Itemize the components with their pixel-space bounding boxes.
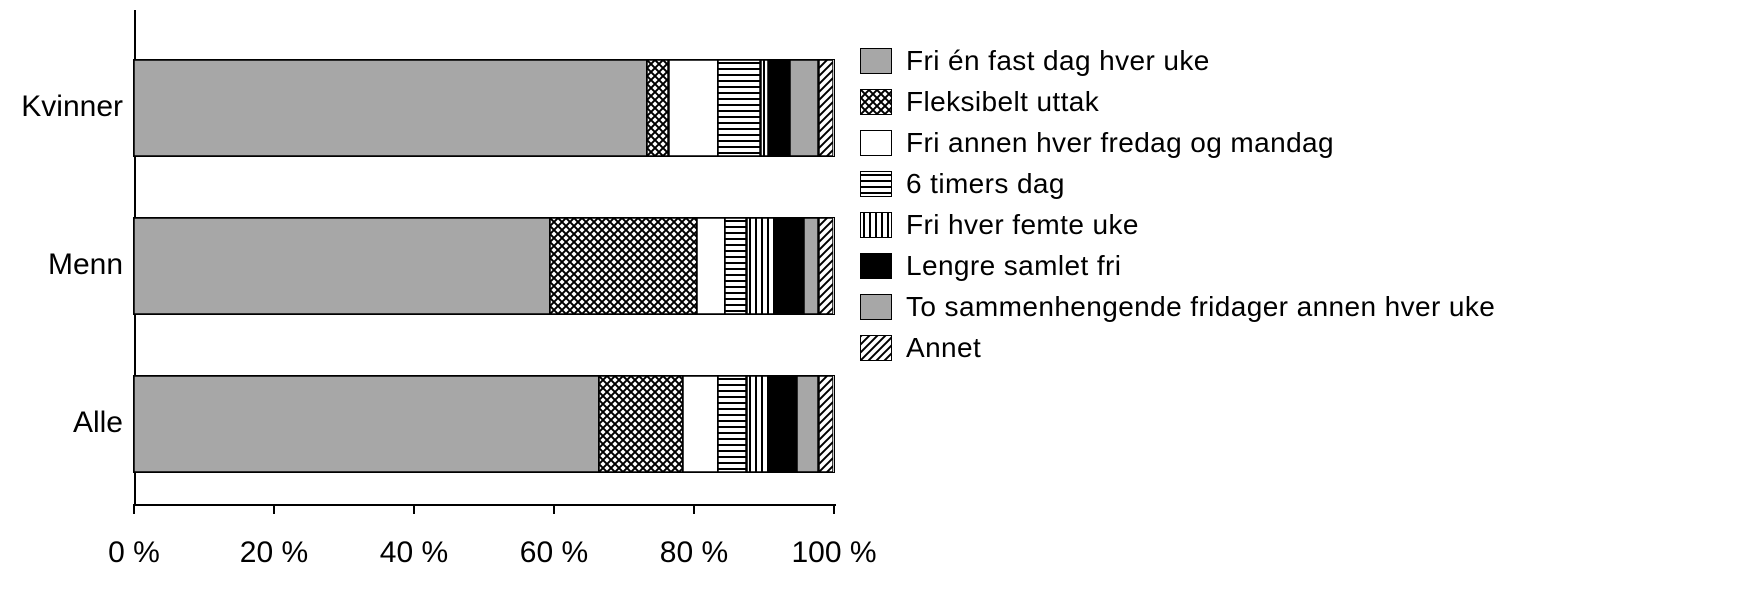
- bar-segment: [761, 60, 769, 156]
- bar-segment: [747, 376, 769, 472]
- x-tick: [413, 504, 415, 514]
- x-tick-label: 100 %: [791, 536, 876, 570]
- bar-row-menn: [134, 218, 834, 314]
- x-tick-label: 40 %: [380, 536, 448, 570]
- bar-segment: [725, 218, 747, 314]
- legend: Fri én fast dag hver uke Fleksibelt uttak…: [860, 36, 1740, 373]
- legend-label: Fri én fast dag hver uke: [906, 45, 1210, 77]
- x-tick: [133, 504, 135, 514]
- legend-label: Annet: [906, 332, 981, 364]
- legend-swatch: [860, 171, 892, 197]
- x-tick: [693, 504, 695, 514]
- legend-item: Lengre samlet fri: [860, 250, 1740, 282]
- legend-label: Fleksibelt uttak: [906, 86, 1099, 118]
- legend-item: Fleksibelt uttak: [860, 86, 1740, 118]
- chart-container: Kvinner Menn Alle 0 % 20 % 40 % 60 % 80 % 100…: [0, 0, 1763, 597]
- bar-segment: [134, 376, 599, 472]
- bar-segment: [747, 218, 776, 314]
- x-tick-label: 0 %: [108, 536, 160, 570]
- x-tick-label: 60 %: [520, 536, 588, 570]
- legend-label: To sammenhengende fridager annen hver uk…: [906, 291, 1495, 323]
- legend-label: Fri hver femte uke: [906, 209, 1139, 241]
- bar-segment: [718, 376, 747, 472]
- legend-swatch: [860, 335, 892, 361]
- bar-segment: [669, 60, 718, 156]
- category-label-menn: Menn: [3, 248, 123, 282]
- legend-swatch: [860, 212, 892, 238]
- legend-swatch: [860, 294, 892, 320]
- bar-row-kvinner: [134, 60, 834, 156]
- bar-segment: [819, 218, 834, 314]
- legend-item: Annet: [860, 332, 1740, 364]
- legend-swatch: [860, 89, 892, 115]
- bar-segment: [134, 218, 550, 314]
- legend-item: 6 timers dag: [860, 168, 1740, 200]
- bar-segment: [790, 60, 819, 156]
- bar-segment: [647, 60, 669, 156]
- bar-segment: [550, 218, 696, 314]
- x-tick: [553, 504, 555, 514]
- category-label-alle: Alle: [3, 406, 123, 440]
- legend-item: Fri annen hver fredag og mandag: [860, 127, 1740, 159]
- bar-segment: [134, 60, 647, 156]
- bar-segment: [819, 60, 834, 156]
- x-tick-label: 20 %: [240, 536, 308, 570]
- x-tick-label: 80 %: [660, 536, 728, 570]
- category-label-kvinner: Kvinner: [3, 90, 123, 124]
- bar-segment: [819, 376, 834, 472]
- bar-segment: [718, 60, 761, 156]
- bar-segment: [797, 376, 819, 472]
- legend-item: To sammenhengende fridager annen hver uk…: [860, 291, 1740, 323]
- legend-swatch: [860, 130, 892, 156]
- legend-swatch: [860, 48, 892, 74]
- legend-label: Lengre samlet fri: [906, 250, 1121, 282]
- legend-label: 6 timers dag: [906, 168, 1065, 200]
- x-tick: [273, 504, 275, 514]
- bar-segment: [683, 376, 719, 472]
- bar-segment: [769, 60, 791, 156]
- bar-segment: [804, 218, 819, 314]
- legend-item: Fri én fast dag hver uke: [860, 45, 1740, 77]
- bar-segment: [769, 376, 798, 472]
- legend-swatch: [860, 253, 892, 279]
- x-tick: [833, 504, 835, 514]
- bar-segment: [776, 218, 805, 314]
- bar-row-alle: [134, 376, 834, 472]
- bar-segment: [599, 376, 683, 472]
- bar-segment: [697, 218, 726, 314]
- legend-item: Fri hver femte uke: [860, 209, 1740, 241]
- legend-label: Fri annen hver fredag og mandag: [906, 127, 1334, 159]
